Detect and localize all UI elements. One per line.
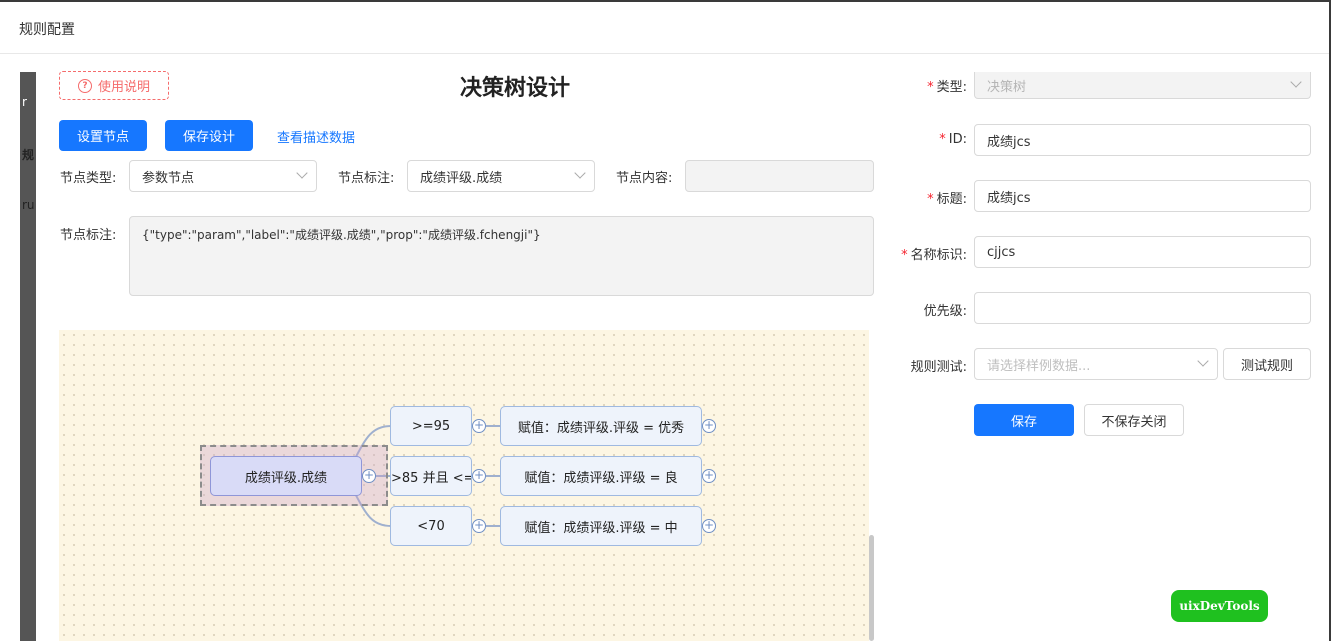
title-label: * 标题: bbox=[927, 192, 967, 207]
test-sample-select[interactable]: 请选择样例数据... bbox=[974, 348, 1218, 380]
chevron-down-icon bbox=[1290, 76, 1302, 88]
type-label-text: 类型: bbox=[936, 80, 967, 95]
id-label: * ID: bbox=[939, 132, 967, 147]
name-input[interactable]: cjjcs bbox=[974, 236, 1311, 268]
action-node[interactable]: 赋值：成绩评级.评级 = 优秀 bbox=[500, 406, 702, 446]
save-button[interactable]: 保存 bbox=[974, 404, 1074, 436]
type-value: 决策树 bbox=[987, 79, 1027, 95]
id-label-text: ID: bbox=[948, 132, 967, 147]
title-label-text: 标题: bbox=[936, 192, 967, 207]
test-rule-button[interactable]: 测试规则 bbox=[1223, 348, 1311, 380]
expand-plus-icon[interactable]: + bbox=[702, 419, 716, 433]
test-sample-placeholder: 请选择样例数据... bbox=[987, 358, 1091, 374]
id-input[interactable]: 成绩jcs bbox=[974, 124, 1311, 156]
priority-input[interactable] bbox=[974, 292, 1311, 324]
tree-root-node[interactable]: 成绩评级.成绩 bbox=[210, 456, 362, 496]
condition-node[interactable]: >=95 bbox=[390, 406, 472, 446]
test-label: 规则测试: bbox=[910, 360, 967, 375]
devtools-button[interactable]: uixDevTools bbox=[1171, 590, 1268, 622]
type-label: * 类型: bbox=[927, 80, 967, 95]
condition-node[interactable]: >85 并且 <=94 bbox=[390, 456, 472, 496]
action-node[interactable]: 赋值：成绩评级.评级 = 中 bbox=[500, 506, 702, 546]
expand-plus-icon[interactable]: + bbox=[702, 469, 716, 483]
name-label-text: 名称标识: bbox=[910, 248, 967, 263]
expand-plus-icon[interactable]: + bbox=[362, 469, 376, 483]
chevron-down-icon bbox=[1197, 355, 1209, 367]
name-label: * 名称标识: bbox=[901, 248, 967, 263]
priority-label: 优先级: bbox=[923, 304, 967, 319]
expand-plus-icon[interactable]: + bbox=[472, 469, 486, 483]
condition-node[interactable]: <70 bbox=[390, 506, 472, 546]
action-node[interactable]: 赋值：成绩评级.评级 = 良 bbox=[500, 456, 702, 496]
title-input[interactable]: 成绩jcs bbox=[974, 180, 1311, 212]
expand-plus-icon[interactable]: + bbox=[472, 519, 486, 533]
expand-plus-icon[interactable]: + bbox=[702, 519, 716, 533]
type-select[interactable]: 决策树 bbox=[974, 72, 1311, 99]
expand-plus-icon[interactable]: + bbox=[472, 419, 486, 433]
close-without-save-button[interactable]: 不保存关闭 bbox=[1084, 404, 1184, 436]
